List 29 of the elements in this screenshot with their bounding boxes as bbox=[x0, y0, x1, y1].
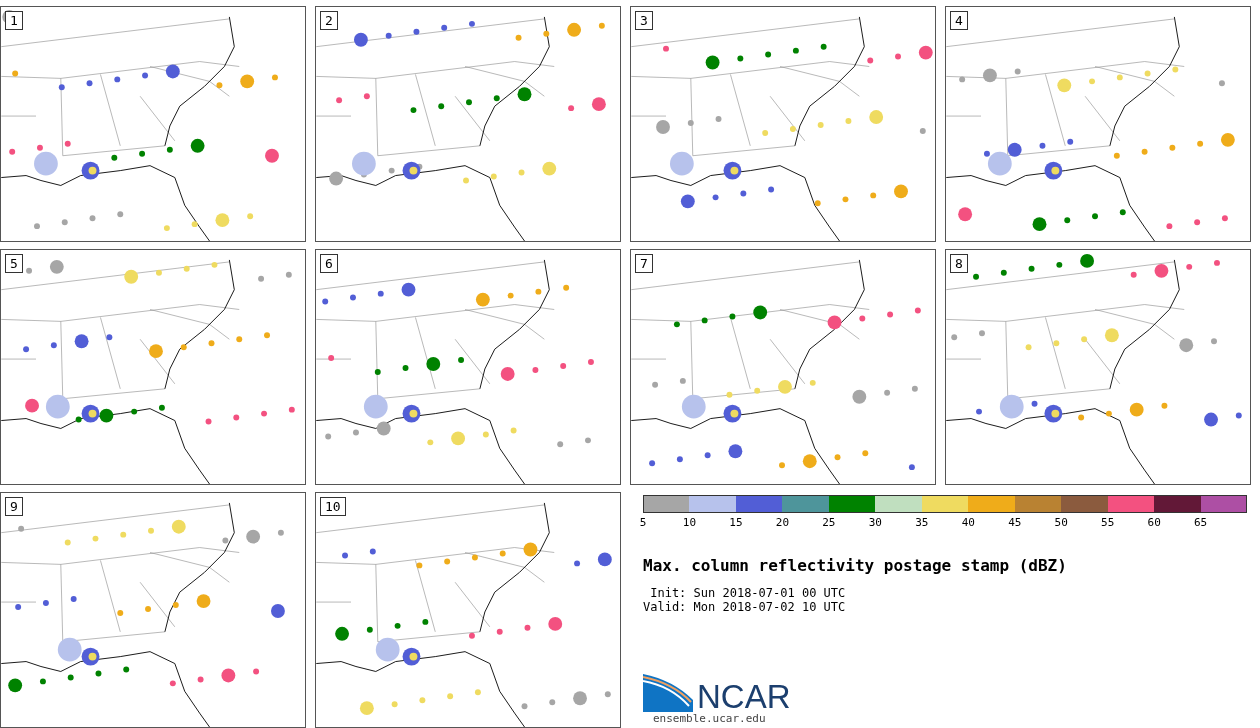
member-number: 4 bbox=[950, 11, 968, 30]
colorbar-tick-label: 60 bbox=[1147, 516, 1161, 529]
colorbar-tick-label: 65 bbox=[1194, 516, 1208, 529]
colorbar-tick-label: 20 bbox=[775, 516, 790, 529]
site-url: ensemble.ucar.edu bbox=[653, 712, 767, 725]
init-time: Init: Sun 2018-07-01 00 UTC bbox=[649, 586, 847, 600]
plot-title: Max. column reflectivity postage stamp (dBZ) bbox=[643, 556, 1068, 575]
colorbar-tick-label: 5 bbox=[639, 516, 647, 529]
colorbar-tick-label: 45 bbox=[1008, 516, 1022, 529]
colorbar-tick-label: 55 bbox=[1101, 516, 1115, 529]
colorbar-tick-label: 25 bbox=[822, 516, 836, 529]
colorbar-tick-label: 50 bbox=[1054, 516, 1068, 529]
colorbar-tick-label: 35 bbox=[915, 516, 929, 529]
colorbar-tick-label: 15 bbox=[729, 516, 743, 529]
logo-text: NCAR bbox=[697, 682, 791, 712]
colorbar-tick-label: 40 bbox=[961, 516, 975, 529]
member-number: 7 bbox=[635, 254, 653, 273]
member-number: 5 bbox=[5, 254, 23, 273]
logo-swoosh-icon bbox=[643, 674, 693, 712]
member-number: 8 bbox=[950, 254, 968, 273]
colorbar-tick-label: 10 bbox=[682, 516, 697, 529]
member-number: 2 bbox=[320, 11, 338, 30]
member-number: 9 bbox=[5, 497, 23, 516]
colorbar-tick-label: 30 bbox=[868, 516, 882, 529]
member-number: 6 bbox=[320, 254, 338, 273]
valid-time: Valid: Mon 2018-07-02 10 UTC bbox=[643, 600, 847, 614]
member-number: 3 bbox=[635, 11, 653, 30]
member-number: 1 bbox=[5, 11, 23, 30]
member-number: 10 bbox=[320, 497, 346, 516]
